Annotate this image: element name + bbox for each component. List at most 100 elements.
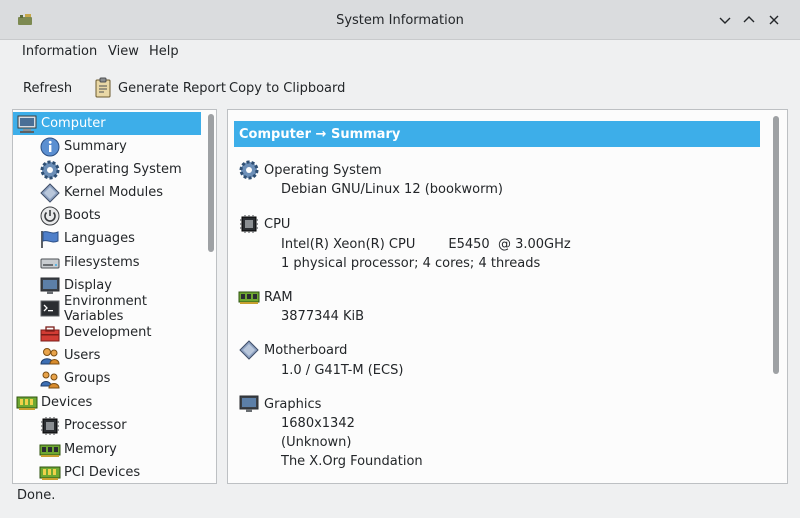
tree-item-memory[interactable]: Memory	[13, 438, 201, 461]
tree-item-users[interactable]: Users	[13, 344, 201, 367]
report-icon	[95, 77, 111, 98]
section-value: (Unknown)	[281, 435, 352, 450]
terminal-icon	[40, 300, 60, 316]
section-value: 3877344 KiB	[281, 309, 365, 324]
minimize-button[interactable]	[716, 11, 734, 29]
tree-item-label: Filesystems	[64, 255, 140, 270]
section-value: 1680x1342	[281, 416, 355, 431]
section-title: Operating System	[264, 162, 382, 178]
monitor-icon	[239, 395, 259, 412]
section-title: Motherboard	[264, 342, 348, 358]
detail-header: Computer → Summary	[234, 121, 760, 147]
detail-scrollbar-thumb[interactable]	[773, 116, 779, 374]
tree-item-label: Boots	[64, 208, 101, 223]
monitor-icon	[40, 277, 60, 294]
tree-scrollbar[interactable]	[208, 114, 214, 480]
computer-icon	[17, 115, 37, 133]
tree-item-summary[interactable]: Summary	[13, 135, 201, 158]
section-value: Debian GNU/Linux 12 (bookworm)	[281, 182, 503, 197]
section-value: 1 physical processor; 4 cores; 4 threads	[281, 256, 541, 271]
tree-item-operating-system[interactable]: Operating System	[13, 158, 201, 181]
tree-item-label: Groups	[64, 371, 111, 386]
tree-item-computer[interactable]: Computer	[13, 112, 201, 135]
users-icon	[40, 347, 60, 364]
title-bar[interactable]: System Information	[0, 0, 800, 40]
cpu-icon	[41, 416, 59, 435]
tree-item-label: Languages	[64, 231, 135, 246]
copy-clipboard-button[interactable]: Copy to Clipboard	[229, 75, 345, 101]
menu-view[interactable]: View	[108, 44, 139, 59]
tree-item-kernel-modules[interactable]: Kernel Modules	[13, 181, 201, 204]
gear-icon	[239, 160, 259, 180]
tree-item-filesystems[interactable]: Filesystems	[13, 251, 201, 274]
status-text: Done.	[17, 488, 56, 503]
section-operating-system: Operating System	[238, 159, 382, 181]
menu-bar: Information View Help	[0, 40, 800, 64]
section-title: CPU	[264, 216, 291, 232]
cpu-icon	[240, 215, 258, 233]
module-icon	[40, 182, 60, 203]
tree-item-environment-variables[interactable]: Environment Variables	[13, 294, 201, 324]
section-ram: RAM	[238, 286, 293, 308]
tree-item-groups[interactable]: Groups	[13, 367, 201, 390]
tree-item-label: Development	[64, 325, 152, 340]
section-graphics: Graphics	[238, 393, 321, 415]
menu-information[interactable]: Information	[22, 44, 97, 59]
chevron-down-icon	[719, 17, 731, 24]
status-bar: Done.	[0, 484, 800, 518]
chevron-up-icon	[743, 16, 755, 23]
tree-item-label: Display	[64, 278, 112, 293]
ram-icon	[39, 444, 61, 457]
tree-item-languages[interactable]: Languages	[13, 227, 201, 250]
tree-item-label: Devices	[41, 395, 93, 410]
maximize-button[interactable]	[740, 11, 758, 29]
tree-item-pci-devices[interactable]: PCI Devices	[13, 461, 201, 483]
module-icon	[239, 340, 259, 360]
generate-report-button[interactable]: Generate Report	[92, 75, 226, 101]
flag-icon	[41, 230, 59, 248]
tree-item-label: Processor	[64, 418, 127, 433]
board-icon	[16, 396, 38, 410]
tree-item-label: Environment Variables	[64, 293, 148, 324]
copy-clipboard-label: Copy to Clipboard	[229, 80, 346, 96]
toolbox-icon	[40, 325, 60, 341]
section-value: The X.Org Foundation	[281, 454, 423, 469]
section-cpu: CPU	[238, 213, 290, 235]
tree-item-label: PCI Devices	[64, 465, 141, 480]
tree-item-label: Computer	[41, 116, 106, 131]
tree-item-devices[interactable]: Devices	[13, 391, 201, 414]
tree-item-processor[interactable]: Processor	[13, 414, 201, 437]
detail-scrollbar[interactable]	[773, 116, 779, 478]
tree-item-label: Users	[64, 348, 101, 363]
main-window: System Information Information View Help…	[0, 0, 800, 518]
tree-item-label: Operating System	[64, 162, 182, 177]
tree-item-boots[interactable]: Boots	[13, 204, 201, 227]
close-icon	[769, 15, 779, 25]
tree-item-label: Kernel Modules	[64, 185, 164, 200]
detail-view[interactable]: Computer → Summary Operating System Debi…	[227, 109, 788, 484]
tree-scrollbar-thumb[interactable]	[208, 114, 214, 252]
generate-report-label: Generate Report	[118, 80, 226, 96]
power-icon	[40, 206, 60, 225]
gear-icon	[40, 160, 60, 179]
drive-icon	[40, 258, 60, 268]
refresh-button[interactable]: Refresh	[23, 75, 72, 101]
groups-icon	[40, 371, 60, 388]
tree-item-development[interactable]: Development	[13, 321, 201, 344]
board-icon	[39, 466, 61, 480]
category-tree[interactable]: Computer Summary Operating System Kernel…	[12, 109, 217, 484]
window-title: System Information	[336, 13, 464, 28]
section-title: Graphics	[264, 396, 322, 412]
section-motherboard: Motherboard	[238, 339, 347, 361]
section-value: 1.0 / G41T-M (ECS)	[281, 363, 404, 378]
ram-icon	[238, 291, 260, 304]
info-icon	[40, 137, 60, 156]
section-value: Intel(R) Xeon(R) CPU E5450 @ 3.00GHz	[281, 237, 571, 252]
tree-item-label: Memory	[64, 442, 117, 457]
toolbar: Refresh Generate Report Copy to Clipboar…	[0, 72, 800, 104]
close-button[interactable]	[765, 11, 783, 29]
refresh-label: Refresh	[23, 80, 73, 96]
section-title: RAM	[264, 289, 293, 305]
menu-help[interactable]: Help	[149, 44, 179, 59]
tree-item-label: Summary	[64, 139, 127, 154]
